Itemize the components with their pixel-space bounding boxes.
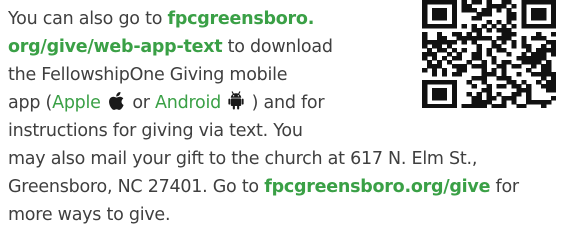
line-8: more ways to give. (8, 201, 171, 229)
android-link[interactable]: Android (155, 93, 221, 113)
line-4: app (Apple or Android ) and for (8, 89, 325, 117)
app-text: app ( (8, 93, 53, 113)
line-6: may also mail your gift to the church at… (8, 145, 477, 173)
and-for-text: ) and for (251, 93, 325, 113)
line-1: You can also go to fpcgreensboro. (8, 5, 314, 33)
for-text: for (490, 177, 520, 197)
line-5: instructions for giving via text. You (8, 117, 303, 145)
instructions-text: instructions for giving via text. You (8, 121, 303, 141)
download-text: to download (222, 37, 333, 57)
address-text: Greensboro, NC 27401. Go to (8, 177, 265, 197)
apple-link[interactable]: Apple (52, 93, 101, 113)
more-ways-text: more ways to give. (8, 205, 171, 225)
giving-app-text: the FellowshipOne Giving mobile (8, 65, 288, 85)
android-logo-icon (228, 91, 244, 110)
intro-text: You can also go to (8, 9, 168, 29)
line-7: Greensboro, NC 27401. Go to fpcgreensbor… (8, 173, 519, 201)
qr-code-icon[interactable] (422, 0, 556, 108)
web-app-link-part1[interactable]: fpcgreensboro. (167, 9, 314, 29)
or-text: or (132, 93, 156, 113)
mail-text: may also mail your gift to the church at… (8, 149, 478, 169)
apple-logo-icon (109, 92, 124, 110)
line-3: the FellowshipOne Giving mobile (8, 61, 288, 89)
web-app-link-part2[interactable]: org/give/web-app-text (8, 37, 223, 57)
give-link[interactable]: fpcgreensboro.org/give (264, 177, 490, 197)
line-2: org/give/web-app-text to download (8, 33, 333, 61)
